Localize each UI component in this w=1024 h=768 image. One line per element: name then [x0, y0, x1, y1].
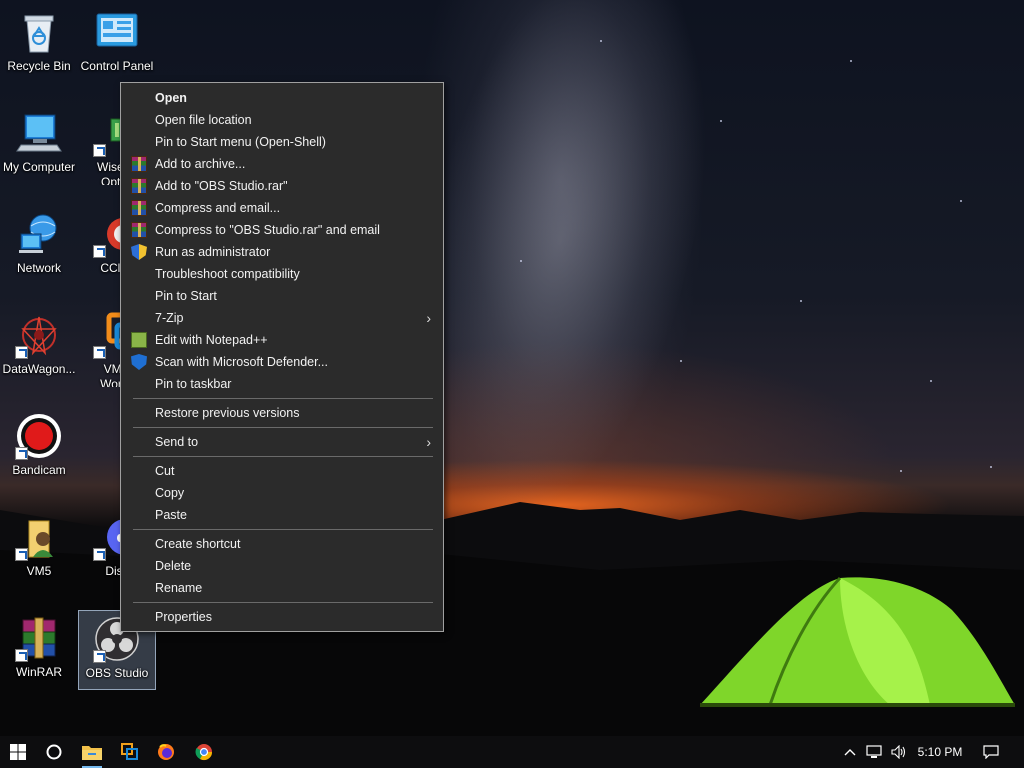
network-icon — [15, 210, 63, 258]
recycle-bin-icon — [15, 8, 63, 56]
menu-item-run-as-administrator[interactable]: Run as administrator — [121, 241, 443, 263]
desktop-icon-label: Control Panel — [80, 59, 154, 73]
shortcut-arrow-icon — [93, 650, 106, 663]
computer-icon — [15, 109, 63, 157]
desktop-icon-bandicam[interactable]: Bandicam — [0, 408, 78, 488]
desktop-icon-label: WinRAR — [15, 665, 62, 679]
network-tray-button[interactable] — [862, 736, 886, 768]
shortcut-arrow-icon — [93, 245, 106, 258]
cortana-search-button[interactable] — [36, 736, 72, 768]
notification-icon — [983, 745, 999, 759]
shortcut-arrow-icon — [15, 548, 28, 561]
winrar-icon — [131, 178, 147, 194]
notepad-plus-plus-icon — [131, 332, 147, 348]
menu-item-pin-to-start[interactable]: Pin to Start — [121, 285, 443, 307]
menu-item-create-shortcut[interactable]: Create shortcut — [121, 533, 443, 555]
shortcut-arrow-icon — [93, 548, 106, 561]
shortcut-arrow-icon — [15, 447, 28, 460]
taskbar-clock[interactable]: 5:10 PM — [912, 736, 968, 768]
menu-item-open-file-location[interactable]: Open file location — [121, 109, 443, 131]
defender-icon — [131, 354, 147, 370]
winrar-icon — [131, 156, 147, 172]
menu-item-add-to-obs-studio-rar[interactable]: Add to "OBS Studio.rar" — [121, 175, 443, 197]
shortcut-arrow-icon — [15, 649, 28, 662]
desktop-icon-label: Recycle Bin — [7, 59, 71, 73]
shortcut-arrow-icon — [93, 144, 106, 157]
control-panel-icon — [93, 8, 141, 56]
volume-tray-button[interactable] — [888, 736, 910, 768]
taskbar: 5:10 PM — [0, 736, 1024, 768]
taskbar-app-2[interactable] — [112, 736, 148, 768]
menu-separator — [133, 456, 433, 457]
menu-item-copy[interactable]: Copy — [121, 482, 443, 504]
menu-item-scan-with-microsoft-defender[interactable]: Scan with Microsoft Defender... — [121, 351, 443, 373]
menu-item-restore-previous-versions[interactable]: Restore previous versions — [121, 402, 443, 424]
uac-shield-icon — [131, 244, 147, 260]
desktop-icon-my-computer[interactable]: My Computer — [0, 105, 78, 185]
menu-item-cut[interactable]: Cut — [121, 460, 443, 482]
desktop-icon-label: Bandicam — [12, 463, 66, 477]
submenu-chevron-icon: › — [426, 310, 431, 326]
menu-item-open[interactable]: Open — [121, 87, 443, 109]
desktop-icon-winrar[interactable]: WinRAR — [0, 610, 78, 690]
winrar-icon — [131, 200, 147, 216]
menu-item-send-to[interactable]: Send to › — [121, 431, 443, 453]
menu-item-add-to-archive[interactable]: Add to archive... — [121, 153, 443, 175]
volume-icon — [891, 745, 906, 759]
bandicam-icon — [15, 412, 63, 460]
desktop-icon-label: OBS Studio — [85, 666, 149, 680]
desktop-icon-label: DataWagon... — [2, 362, 76, 376]
chevron-up-icon — [844, 749, 856, 756]
desktop-icon-vm5[interactable]: VM5 — [0, 509, 78, 589]
desktop-icon-control-panel[interactable]: Control Panel — [78, 4, 156, 84]
desktop-icon-recycle-bin[interactable]: Recycle Bin — [0, 4, 78, 84]
menu-separator — [133, 398, 433, 399]
winrar-icon — [131, 222, 147, 238]
vm5-folder-icon — [15, 513, 63, 561]
menu-item-delete[interactable]: Delete — [121, 555, 443, 577]
datawagon-icon — [15, 311, 63, 359]
menu-item-edit-with-notepad-plus-plus[interactable]: Edit with Notepad++ — [121, 329, 443, 351]
desktop-icon-label: My Computer — [2, 160, 76, 174]
menu-item-troubleshoot-compatibility[interactable]: Troubleshoot compatibility — [121, 263, 443, 285]
submenu-chevron-icon: › — [426, 434, 431, 450]
context-menu: Open Open file location Pin to Start men… — [120, 82, 444, 632]
menu-item-pin-to-start-menu-open-shell[interactable]: Pin to Start menu (Open-Shell) — [121, 131, 443, 153]
menu-item-compress-to-rar-and-email[interactable]: Compress to "OBS Studio.rar" and email — [121, 219, 443, 241]
shortcut-arrow-icon — [15, 346, 28, 359]
desktop-icon-label: Network — [16, 261, 61, 275]
menu-separator — [133, 602, 433, 603]
chrome-icon — [195, 744, 213, 761]
windows-start-icon — [10, 744, 26, 760]
network-tray-icon — [866, 745, 882, 758]
glowing-tent — [700, 576, 1015, 707]
menu-separator — [133, 427, 433, 428]
menu-item-rename[interactable]: Rename — [121, 577, 443, 599]
taskbar-file-explorer[interactable] — [74, 736, 110, 768]
task-view-app-icon — [121, 743, 138, 760]
winrar-icon — [15, 614, 63, 662]
shortcut-arrow-icon — [93, 346, 106, 359]
desktop-icon-label: VM5 — [26, 564, 52, 578]
desktop-icon-network[interactable]: Network — [0, 206, 78, 286]
action-center-button[interactable] — [978, 736, 1004, 768]
desktop-icon-datawagon[interactable]: DataWagon... — [0, 307, 78, 387]
menu-item-7-zip[interactable]: 7-Zip › — [121, 307, 443, 329]
firefox-icon — [158, 744, 174, 760]
cortana-search-icon — [46, 744, 62, 760]
show-hidden-icons-button[interactable] — [840, 736, 860, 768]
menu-item-properties[interactable]: Properties — [121, 606, 443, 628]
menu-item-pin-to-taskbar[interactable]: Pin to taskbar — [121, 373, 443, 395]
menu-item-paste[interactable]: Paste — [121, 504, 443, 526]
start-button[interactable] — [0, 736, 36, 768]
taskbar-chrome[interactable] — [186, 736, 222, 768]
file-explorer-icon — [82, 746, 102, 760]
menu-separator — [133, 529, 433, 530]
taskbar-firefox[interactable] — [148, 736, 184, 768]
menu-item-compress-and-email[interactable]: Compress and email... — [121, 197, 443, 219]
